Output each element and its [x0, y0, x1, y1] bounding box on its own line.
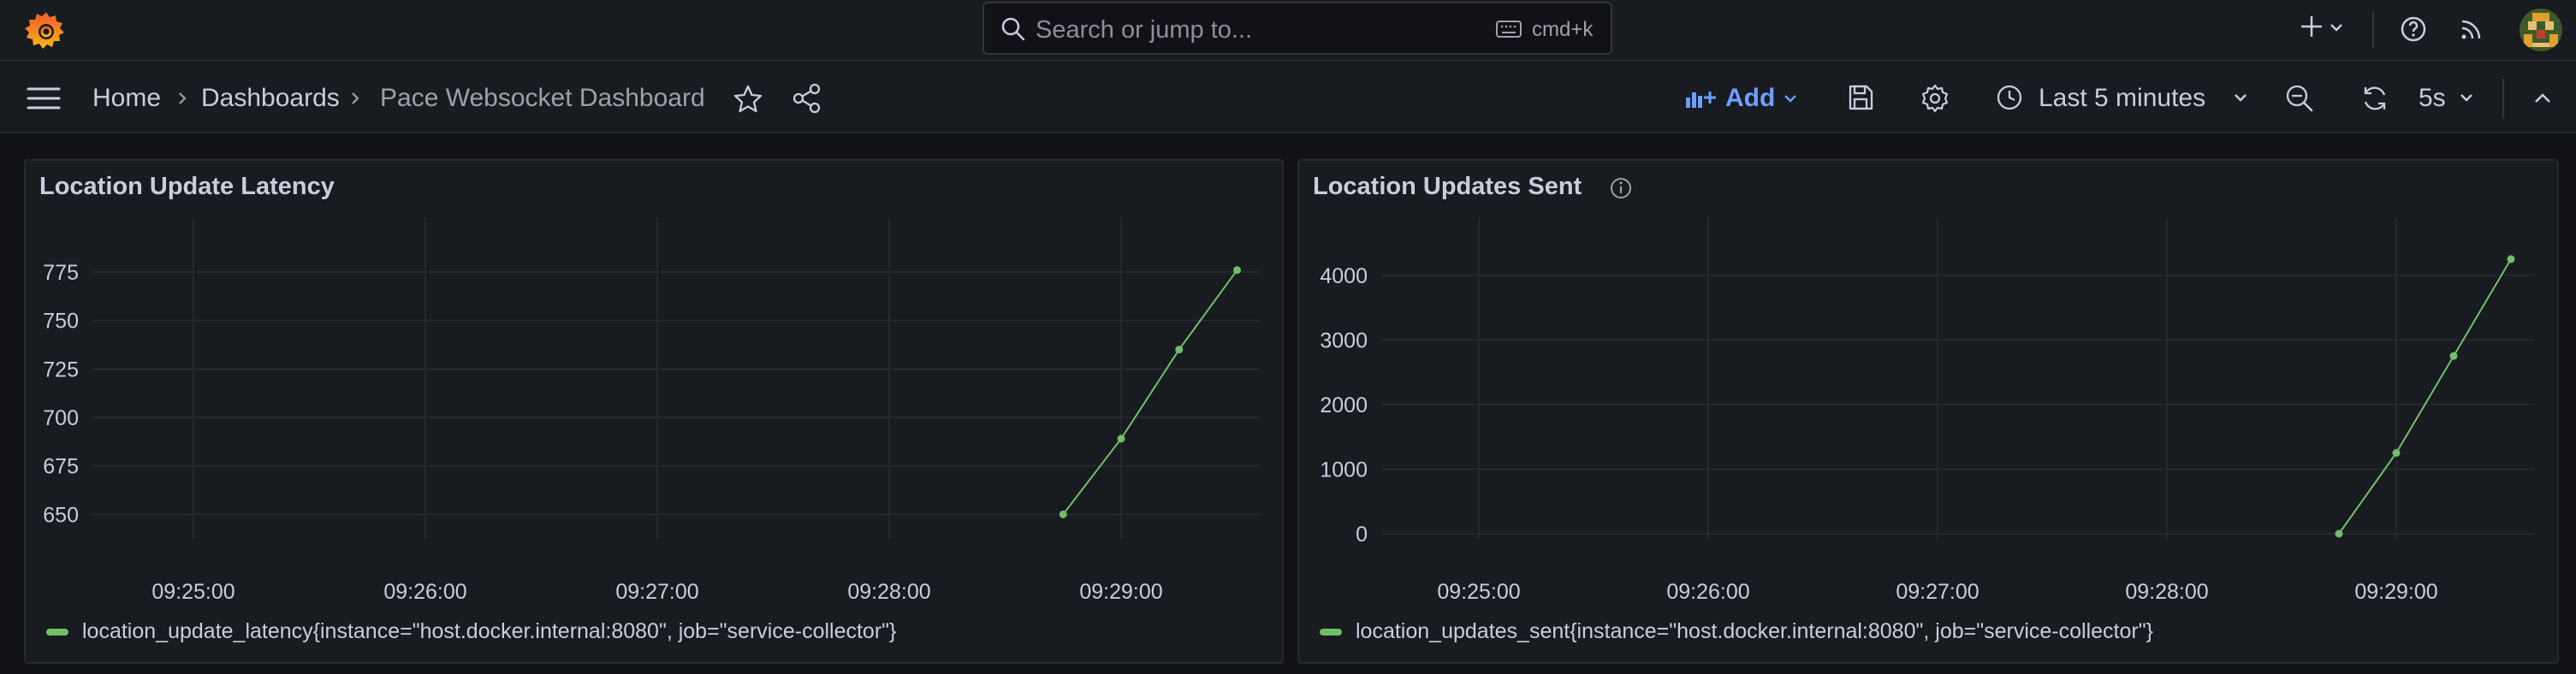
panel-location-updates-sent[interactable]: 0 1000 2000 3000 4000 09:25:00 09:26:00 09:27:0… — [1297, 159, 2559, 664]
data-point — [2507, 255, 2515, 263]
y-tick-label: 1000 — [1320, 458, 1368, 482]
data-point — [2449, 352, 2458, 360]
data-point — [1233, 266, 1241, 275]
series-line — [1062, 269, 1238, 515]
data-point — [2335, 529, 2343, 538]
chart-location-updates-sent: 0 1000 2000 3000 4000 09:25:00 09:26:00 09:27:0… — [1320, 217, 2535, 604]
chevron-down-icon — [2235, 94, 2247, 102]
zoom-out-icon[interactable] — [2283, 82, 2316, 115]
search-placeholder: Search or jump to... — [1036, 16, 1253, 44]
search-icon — [1001, 17, 1025, 41]
search-input[interactable]: Search or jump to... cmd+k — [982, 2, 1612, 55]
chevron-down-icon — [1784, 95, 1797, 103]
add-label: Add — [1725, 84, 1776, 112]
x-tick-label: 09:29:00 — [1079, 580, 1162, 604]
x-tick-label: 09:25:00 — [151, 580, 234, 604]
refresh-interval-label: 5s — [2419, 84, 2446, 112]
y-tick-label: 750 — [43, 310, 79, 334]
chevron-right-icon — [179, 92, 187, 104]
data-point — [1059, 510, 1067, 518]
legend-swatch — [1320, 628, 1342, 636]
clock-icon — [1997, 85, 2022, 110]
y-tick-label: 4000 — [1320, 264, 1368, 288]
gear-icon[interactable] — [1919, 82, 1951, 115]
help-icon[interactable] — [2398, 14, 2429, 44]
x-tick-label: 09:27:00 — [615, 580, 698, 604]
legend-swatch — [46, 628, 68, 636]
x-tick-label: 09:26:00 — [1666, 580, 1749, 604]
breadcrumb-current: Pace Websocket Dashboard — [380, 84, 705, 112]
y-tick-label: 0 — [1356, 523, 1368, 547]
chevron-up-icon[interactable] — [2531, 87, 2554, 109]
divider — [2502, 79, 2504, 118]
dashboard-nav-bar: Home Dashboards Pace Websocket Dashboard… — [0, 63, 2576, 133]
chevron-right-icon — [352, 92, 359, 104]
chart-location-update-latency: 650 675 700 725 750 775 09:25:00 09:26:00 09:27:… — [43, 217, 1260, 604]
y-tick-label: 725 — [43, 358, 79, 381]
data-point — [1117, 435, 1125, 443]
breadcrumb-dashboards[interactable]: Dashboards — [201, 84, 340, 113]
y-tick-label: 2000 — [1320, 393, 1368, 417]
x-tick-label: 09:27:00 — [1896, 580, 1979, 604]
panel-title: Location Update Latency — [39, 173, 335, 200]
time-range-label: Last 5 minutes — [2039, 84, 2206, 112]
series-line — [2338, 258, 2512, 535]
y-tick-label: 650 — [43, 503, 79, 527]
rss-icon[interactable] — [2456, 14, 2487, 44]
x-tick-label: 09:26:00 — [383, 580, 466, 604]
breadcrumb-home[interactable]: Home — [92, 84, 161, 113]
chevron-down-icon — [2460, 94, 2472, 102]
legend-item[interactable]: location_updates_sent{instance="host.doc… — [1320, 619, 2153, 644]
y-tick-label: 700 — [43, 406, 79, 430]
x-tick-label: 09:28:00 — [847, 580, 930, 604]
search-shortcut: cmd+k — [1532, 18, 1594, 41]
y-tick-label: 675 — [43, 455, 79, 479]
add-button[interactable]: Add — [1684, 80, 1799, 116]
data-point — [2392, 449, 2401, 458]
x-tick-label: 09:28:00 — [2125, 580, 2208, 604]
grafana-logo-icon[interactable] — [24, 9, 68, 53]
share-icon[interactable] — [791, 82, 823, 115]
panel-location-update-latency[interactable]: 650 675 700 725 750 775 09:25:00 09:26:00 09:27:… — [24, 159, 1284, 664]
top-bar: Search or jump to... cmd+k — [0, 0, 2576, 62]
panel-title: Location Updates Sent — [1313, 173, 1582, 200]
keyboard-icon — [1496, 21, 1522, 38]
divider — [2372, 12, 2374, 48]
legend-label: location_updates_sent{instance="host.doc… — [1356, 619, 2153, 643]
chevron-down-icon[interactable] — [2328, 19, 2345, 36]
legend-item[interactable]: location_update_latency{instance="host.d… — [46, 619, 896, 644]
avatar[interactable] — [2520, 9, 2562, 51]
data-point — [1175, 346, 1184, 354]
star-icon[interactable] — [733, 84, 763, 115]
y-tick-label: 775 — [43, 261, 79, 285]
x-tick-label: 09:29:00 — [2354, 580, 2437, 604]
save-icon[interactable] — [1845, 82, 1876, 113]
y-tick-label: 3000 — [1320, 328, 1368, 352]
info-icon[interactable] — [1609, 176, 1633, 200]
refresh-icon[interactable] — [2359, 82, 2391, 115]
plus-icon[interactable] — [2297, 12, 2326, 41]
menu-icon[interactable] — [26, 84, 62, 113]
add-panel-icon — [1686, 92, 1716, 108]
x-tick-label: 09:25:00 — [1437, 580, 1520, 604]
legend-label: location_update_latency{instance="host.d… — [82, 619, 897, 643]
